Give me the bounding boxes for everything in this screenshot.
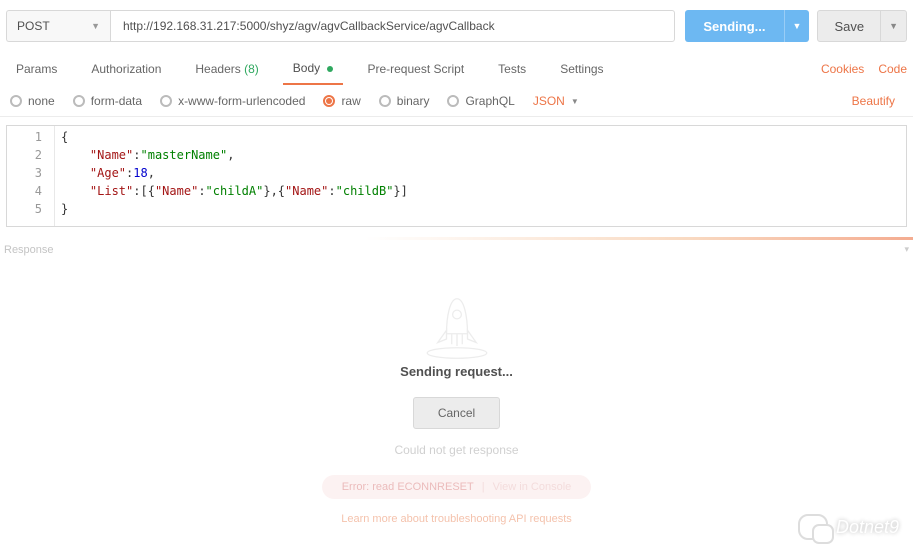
code-token: , — [227, 148, 234, 162]
watermark-text: Dotnet9 — [836, 517, 899, 538]
code-token: "Name" — [285, 184, 328, 198]
rocket-icon — [412, 290, 502, 360]
tab-settings[interactable]: Settings — [550, 54, 613, 84]
radio-binary[interactable]: binary — [379, 94, 430, 108]
body-modified-dot — [327, 66, 333, 72]
pill-divider: | — [482, 481, 485, 493]
body-type-row: none form-data x-www-form-urlencoded raw… — [0, 86, 913, 117]
tab-headers-label: Headers — [195, 62, 240, 76]
code-token: :[{ — [133, 184, 155, 198]
code-token: : — [328, 184, 335, 198]
radio-raw[interactable]: raw — [323, 94, 360, 108]
learn-more-link[interactable]: Learn more about troubleshooting API req… — [341, 513, 572, 525]
radio-icon — [379, 95, 391, 107]
radio-xwww[interactable]: x-www-form-urlencoded — [160, 94, 305, 108]
chevron-down-icon: ▼ — [91, 21, 100, 31]
chat-bubble-icon — [798, 514, 828, 540]
tab-headers[interactable]: Headers (8) — [185, 54, 268, 84]
error-pill: Error: read ECONNRESET | View in Console — [322, 475, 592, 499]
body-editor[interactable]: 1 2 3 4 5 { "Name":"masterName", "Age":1… — [6, 125, 907, 227]
tab-tests[interactable]: Tests — [488, 54, 536, 84]
save-dropdown[interactable]: ▼ — [881, 10, 907, 42]
send-dropdown[interactable]: ▼ — [784, 10, 810, 42]
code-link[interactable]: Code — [878, 62, 907, 76]
method-select[interactable]: POST ▼ — [6, 10, 110, 42]
chevron-down-icon: ▼ — [571, 97, 579, 106]
code-token: : — [133, 148, 140, 162]
cookies-link[interactable]: Cookies — [821, 62, 864, 76]
radio-label: x-www-form-urlencoded — [178, 94, 305, 108]
tabs-right-links: Cookies Code — [821, 62, 907, 76]
tab-body[interactable]: Body — [283, 53, 344, 85]
error-text: Error: read ECONNRESET — [342, 481, 474, 493]
code-token: { — [61, 130, 68, 144]
request-tabs: Params Authorization Headers (8) Body Pr… — [0, 52, 913, 86]
method-value: POST — [17, 19, 50, 33]
line-number: 4 — [7, 182, 42, 200]
save-button[interactable]: Save — [817, 10, 881, 42]
sending-status: Sending request... — [0, 364, 913, 379]
cancel-button[interactable]: Cancel — [413, 397, 500, 429]
body-format-select[interactable]: JSON ▼ — [533, 94, 579, 108]
tab-params[interactable]: Params — [6, 54, 67, 84]
radio-icon — [10, 95, 22, 107]
line-gutter: 1 2 3 4 5 — [7, 126, 55, 226]
response-body: Sending request... Cancel Could not get … — [0, 260, 913, 525]
radio-formdata[interactable]: form-data — [73, 94, 142, 108]
response-label-text: Response — [4, 244, 54, 256]
code-token: "masterName" — [141, 148, 228, 162]
radio-icon — [73, 95, 85, 107]
request-bar: POST ▼ Sending... ▼ Save ▼ — [0, 0, 913, 52]
could-not-get-response: Could not get response — [0, 443, 913, 457]
line-number: 5 — [7, 200, 42, 218]
response-divider — [0, 237, 913, 240]
url-input[interactable] — [110, 10, 675, 42]
beautify-link[interactable]: Beautify — [852, 94, 903, 108]
code-token: : — [198, 184, 205, 198]
code-token: "Name" — [90, 148, 133, 162]
radio-icon — [323, 95, 335, 107]
send-button[interactable]: Sending... — [685, 10, 783, 42]
code-token: "childA" — [206, 184, 264, 198]
radio-label: GraphQL — [465, 94, 514, 108]
headers-count: (8) — [244, 62, 259, 76]
code-token: "List" — [90, 184, 133, 198]
code-token: "Age" — [90, 166, 126, 180]
radio-label: form-data — [91, 94, 142, 108]
code-token: "Name" — [155, 184, 198, 198]
code-token: },{ — [263, 184, 285, 198]
code-content[interactable]: { "Name":"masterName", "Age":18, "List":… — [55, 126, 906, 226]
radio-icon — [447, 95, 459, 107]
view-in-console-link[interactable]: View in Console — [493, 481, 572, 493]
line-number: 3 — [7, 164, 42, 182]
response-header: Response ▾ — [0, 240, 913, 260]
tab-body-label: Body — [293, 61, 320, 75]
tab-authorization[interactable]: Authorization — [81, 54, 171, 84]
radio-icon — [160, 95, 172, 107]
radio-label: raw — [341, 94, 360, 108]
chevron-down-icon[interactable]: ▾ — [904, 244, 909, 256]
radio-graphql[interactable]: GraphQL — [447, 94, 514, 108]
line-number: 1 — [7, 128, 42, 146]
format-value: JSON — [533, 94, 565, 108]
radio-label: none — [28, 94, 55, 108]
radio-label: binary — [397, 94, 430, 108]
radio-none[interactable]: none — [10, 94, 55, 108]
watermark: Dotnet9 — [798, 514, 899, 540]
tab-prerequest[interactable]: Pre-request Script — [357, 54, 474, 84]
line-number: 2 — [7, 146, 42, 164]
code-token: }] — [393, 184, 407, 198]
code-token: } — [61, 202, 68, 216]
code-token: 18 — [133, 166, 147, 180]
code-token: "childB" — [336, 184, 394, 198]
code-token: , — [148, 166, 155, 180]
